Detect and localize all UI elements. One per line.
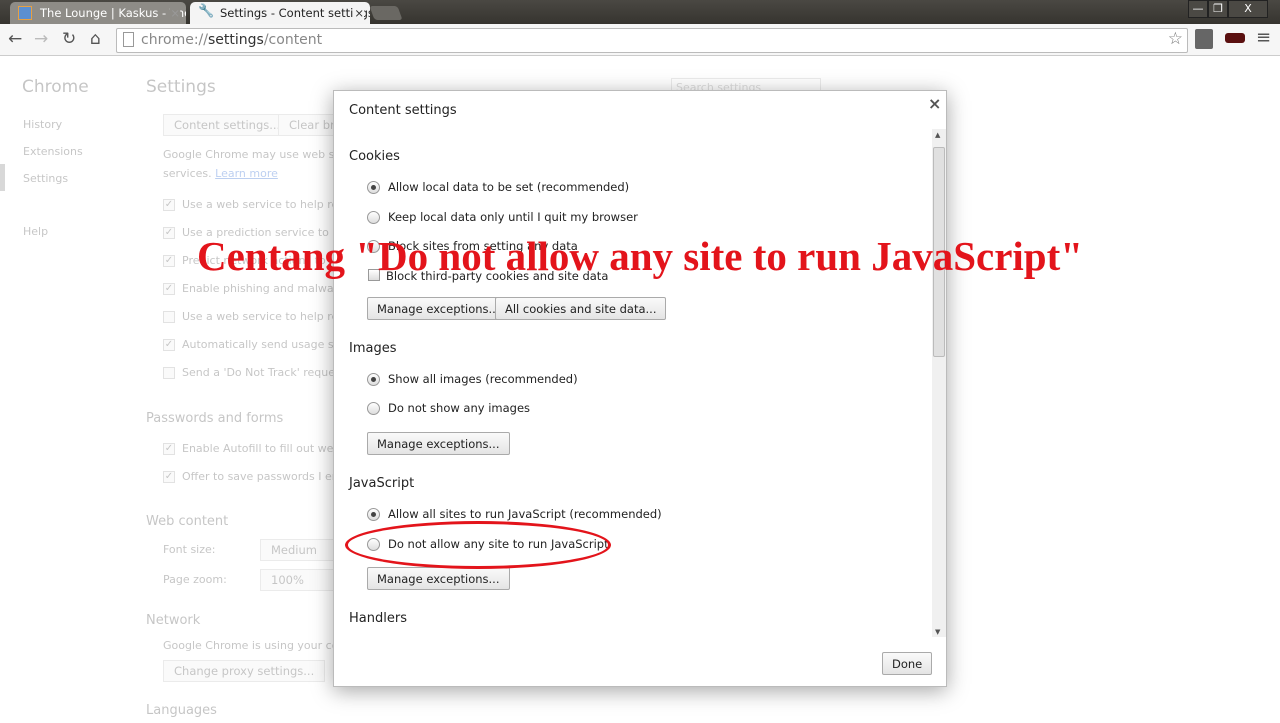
sidebar-active-indicator [0, 164, 5, 191]
scroll-up-icon[interactable]: ▲ [935, 131, 940, 139]
forward-icon[interactable]: → [34, 29, 48, 49]
privacy-checkbox-label: Send a 'Do Not Track' request [182, 366, 346, 379]
page-title: Settings [146, 77, 216, 97]
change-proxy-button[interactable]: Change proxy settings... [163, 660, 326, 682]
tab-kaskus[interactable]: The Lounge | Kaskus - The × [10, 2, 186, 24]
javascript-heading: JavaScript [349, 476, 415, 491]
sidebar-item-history[interactable]: History [23, 118, 62, 131]
back-icon[interactable]: ← [8, 29, 22, 49]
cookies-radio-label: Keep local data only until I quit my bro… [388, 209, 638, 224]
cookies-heading: Cookies [349, 149, 400, 164]
font-size-label: Font size: [163, 543, 216, 556]
sidebar-title: Chrome [22, 77, 89, 97]
privacy-checkbox-label: Use a web service to help resol [182, 198, 354, 211]
images-heading: Images [349, 341, 397, 356]
javascript-radio[interactable] [367, 508, 380, 521]
privacy-checkbox-label: Automatically send usage stati [182, 338, 353, 351]
cookies-radio[interactable] [367, 181, 380, 194]
annotation-ellipse [345, 521, 611, 569]
minimize-button[interactable]: — [1188, 0, 1208, 18]
privacy-checkbox[interactable] [163, 311, 175, 323]
annotation-text: Centang "Do not allow any site to run Ja… [196, 233, 1084, 279]
privacy-checkbox[interactable]: ✓ [163, 199, 175, 211]
dialog-title: Content settings [349, 103, 457, 118]
passwords-heading: Passwords and forms [146, 411, 284, 426]
cookies-radio-label: Allow local data to be set (recommended) [388, 180, 630, 194]
web-content-heading: Web content [146, 514, 229, 529]
images-manage-exceptions-button[interactable]: Manage exceptions... [367, 432, 510, 455]
sidebar-item-extensions[interactable]: Extensions [23, 145, 83, 158]
images-radio[interactable] [367, 402, 380, 415]
incognito-extension-icon[interactable] [1225, 33, 1245, 43]
tab-settings[interactable]: 🔧 Settings - Content settings × [190, 2, 370, 24]
handlers-heading: Handlers [349, 611, 407, 626]
home-icon[interactable]: ⌂ [90, 29, 101, 49]
tab-strip: The Lounge | Kaskus - The × 🔧 Settings -… [0, 0, 1280, 24]
images-radio-label: Show all images (recommended) [388, 372, 578, 386]
network-heading: Network [146, 613, 201, 628]
password-checkbox-label: Enable Autofill to fill out web f [182, 442, 348, 455]
learn-more-link[interactable]: Learn more [215, 167, 278, 180]
tab-label: Settings - Content settings [220, 6, 370, 20]
kaskus-favicon-icon [18, 6, 32, 20]
password-checkbox-label: Offer to save passwords I enter [182, 470, 355, 483]
page-zoom-select[interactable]: 100% [260, 569, 340, 591]
reload-icon[interactable]: ↻ [62, 29, 76, 49]
privacy-text: services. [163, 167, 212, 180]
privacy-checkbox[interactable] [163, 367, 175, 379]
images-radio[interactable] [367, 373, 380, 386]
privacy-checkbox-label: Enable phishing and malware p [182, 282, 356, 295]
close-tab-icon[interactable]: × [170, 6, 180, 20]
all-cookies-button[interactable]: All cookies and site data... [495, 297, 667, 320]
restore-button[interactable]: ❐ [1208, 0, 1228, 18]
privacy-checkbox-label: Use a web service to help resol [182, 310, 354, 323]
page-icon [123, 32, 134, 47]
wrench-icon: 🔧 [198, 4, 215, 19]
url-text: chrome://settings/content [141, 32, 323, 48]
close-window-button[interactable]: X [1228, 0, 1268, 18]
privacy-text: Google Chrome may use web serv [163, 148, 353, 161]
dialog-scrollbar[interactable]: ▲ ▼ [932, 129, 946, 637]
privacy-checkbox[interactable]: ✓ [163, 283, 175, 295]
new-tab-button[interactable] [369, 6, 403, 20]
javascript-manage-exceptions-button[interactable]: Manage exceptions... [367, 567, 510, 590]
close-dialog-icon[interactable]: × [928, 94, 941, 113]
images-radio-label: Do not show any images [388, 401, 531, 415]
page-zoom-label: Page zoom: [163, 573, 227, 586]
address-bar[interactable]: chrome://settings/content ☆ [116, 28, 1188, 53]
cookies-manage-exceptions-button[interactable]: Manage exceptions... [367, 297, 510, 320]
javascript-radio-label: Allow all sites to run JavaScript (recom… [388, 507, 662, 521]
password-checkbox[interactable]: ✓ [163, 471, 175, 483]
content-settings-dialog: Content settings × Cookies Allow local d… [333, 90, 947, 687]
menu-icon[interactable]: ≡ [1256, 27, 1271, 48]
languages-heading: Languages [146, 703, 217, 718]
font-size-select[interactable]: Medium [260, 539, 340, 561]
bookmark-star-icon[interactable]: ☆ [1168, 29, 1183, 49]
password-checkbox[interactable]: ✓ [163, 443, 175, 455]
network-text: Google Chrome is using your com [163, 639, 350, 652]
extension-icon[interactable] [1195, 29, 1213, 49]
tab-label: The Lounge | Kaskus - The [40, 6, 186, 20]
sidebar-item-settings[interactable]: Settings [23, 172, 68, 185]
content-settings-button[interactable]: Content settings... [163, 114, 292, 136]
close-tab-icon[interactable]: × [354, 6, 364, 20]
cookies-radio[interactable] [367, 210, 380, 224]
privacy-checkbox[interactable]: ✓ [163, 339, 175, 351]
done-button[interactable]: Done [882, 652, 933, 675]
scroll-down-icon[interactable]: ▼ [935, 628, 940, 636]
